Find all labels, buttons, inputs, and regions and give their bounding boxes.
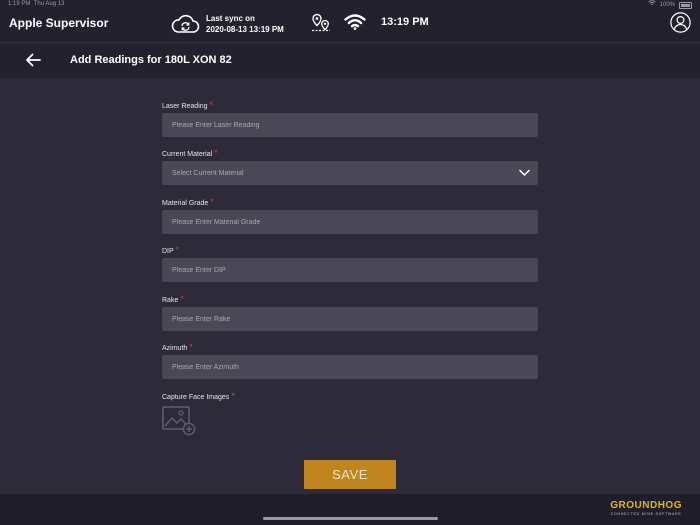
nav-bar: Add Readings for 180L XON 82 (0, 42, 700, 78)
page-title: Add Readings for 180L XON 82 (70, 54, 232, 66)
required-asterisk: * (189, 342, 193, 352)
current-material-selected: Select Current Material (172, 169, 244, 177)
wifi-icon (344, 14, 366, 30)
sync-datetime: 2020-08-13 13:19 PM (206, 25, 284, 34)
app-name: Apple Supervisor (9, 16, 109, 30)
material-grade-label-text: Material Grade (162, 200, 209, 207)
dip-field: DIP * (162, 245, 538, 282)
dip-input[interactable] (162, 258, 538, 282)
capture-images-label-text: Capture Face Images (162, 394, 230, 401)
material-grade-field: Material Grade * (162, 197, 538, 234)
system-date: Thu Aug 13 (33, 1, 65, 7)
required-asterisk: * (210, 197, 214, 207)
sync-title: Last sync on (206, 14, 255, 23)
rake-label-text: Rake (162, 297, 179, 304)
brand-tagline: CONNECTED MINE SOFTWARE (610, 512, 682, 516)
laser-reading-label: Laser Reading * (162, 100, 538, 110)
capture-images-label: Capture Face Images * (162, 391, 538, 401)
laser-reading-field: Laser Reading * (162, 100, 538, 137)
battery-percent: 100% (659, 1, 675, 8)
cloud-sync-icon[interactable] (170, 14, 200, 34)
azimuth-label-text: Azimuth (162, 345, 188, 352)
footer: GROUNDHOG CONNECTED MINE SOFTWARE (0, 494, 700, 525)
save-button[interactable]: SAVE (304, 460, 396, 489)
sync-status[interactable]: Last sync on 2020-08-13 13:19 PM (170, 13, 284, 35)
system-status-bar: 1:19 PM Thu Aug 13 100% (0, 0, 700, 9)
wifi-small-icon (647, 0, 656, 10)
azimuth-label: Azimuth * (162, 342, 538, 352)
rake-field: Rake * (162, 294, 538, 331)
system-right-indicators: 100% (647, 0, 692, 10)
map-pins-icon[interactable] (311, 13, 331, 32)
required-asterisk: * (214, 148, 218, 158)
rake-label: Rake * (162, 294, 538, 304)
home-indicator[interactable] (263, 517, 438, 520)
required-asterisk: * (231, 391, 235, 401)
current-material-label-text: Current Material (162, 151, 213, 158)
system-time: 1:19 PM (8, 1, 31, 7)
required-asterisk: * (209, 100, 214, 110)
current-material-label: Current Material * (162, 148, 538, 158)
brand-logo: GROUNDHOG CONNECTED MINE SOFTWARE (610, 501, 682, 517)
material-grade-label: Material Grade * (162, 197, 538, 207)
brand-name: GROUNDHOG (610, 500, 682, 511)
current-material-field: Current Material * Select Current Materia… (162, 148, 538, 185)
required-asterisk: * (180, 294, 184, 304)
azimuth-input[interactable] (162, 355, 538, 379)
top-bar: 1:19 PM Thu Aug 13 100% Apple Supervisor… (0, 0, 700, 42)
system-time-date: 1:19 PM Thu Aug 13 (8, 0, 64, 9)
material-grade-input[interactable] (162, 210, 538, 234)
dip-label-text: DIP (162, 248, 174, 255)
user-profile-icon[interactable] (670, 12, 691, 33)
add-image-icon[interactable] (162, 406, 196, 436)
azimuth-field: Azimuth * (162, 342, 538, 379)
dip-label: DIP * (162, 245, 538, 255)
capture-images-field: Capture Face Images * (162, 391, 538, 401)
battery-icon (679, 1, 692, 9)
header-clock: 13:19 PM (381, 16, 429, 28)
laser-reading-input[interactable] (162, 113, 538, 137)
required-asterisk: * (175, 245, 180, 255)
sync-text: Last sync on 2020-08-13 13:19 PM (206, 13, 284, 35)
arrow-left-icon[interactable] (25, 53, 41, 67)
current-material-select[interactable]: Select Current Material (162, 161, 538, 185)
chevron-down-icon (519, 169, 530, 176)
rake-input[interactable] (162, 307, 538, 331)
laser-reading-label-text: Laser Reading (162, 103, 208, 110)
